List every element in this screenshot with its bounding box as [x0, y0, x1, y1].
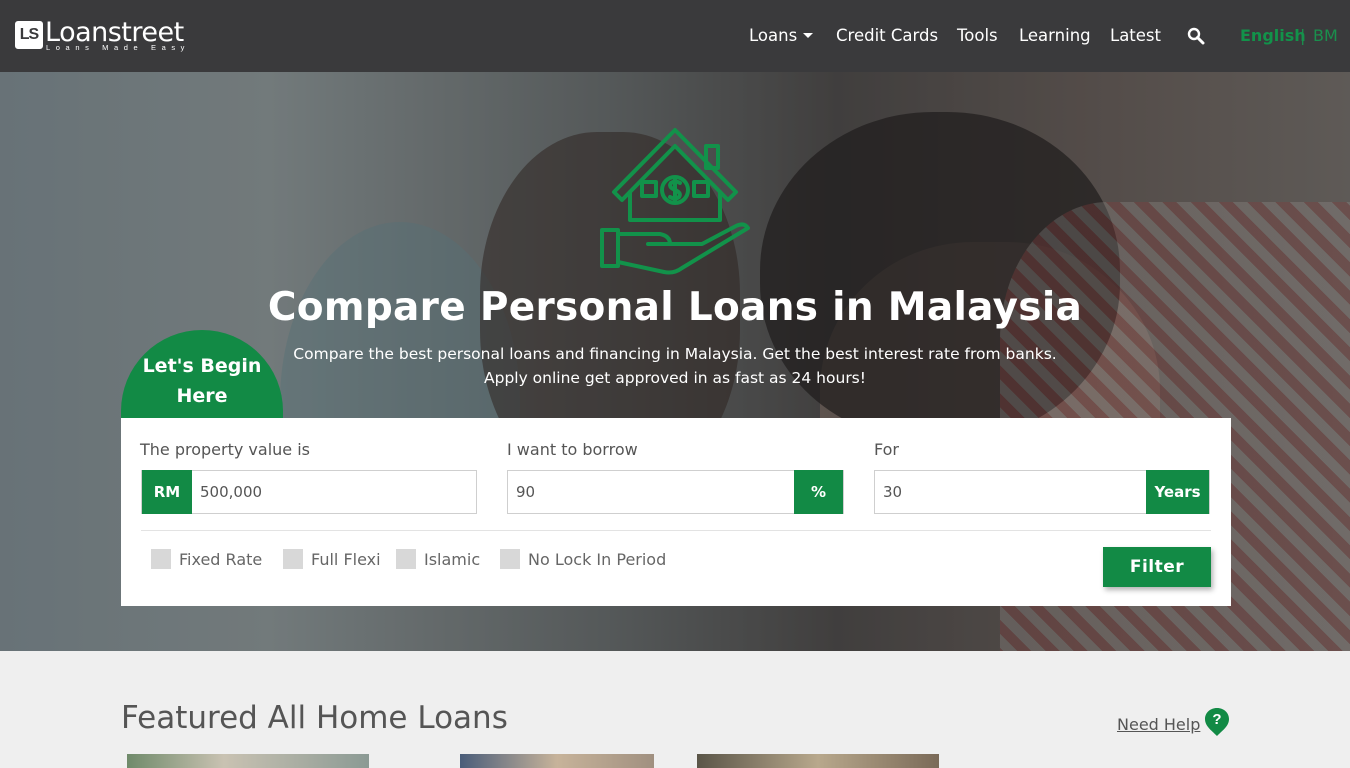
- borrow-field: 90 %: [507, 470, 844, 514]
- option-label: Full Flexi: [311, 549, 381, 569]
- option-label: Islamic: [424, 549, 481, 569]
- checkbox[interactable]: [396, 549, 416, 569]
- featured-card-image-3[interactable]: [697, 754, 939, 768]
- form-divider: [141, 530, 1211, 531]
- option-label: Fixed Rate: [179, 549, 263, 569]
- borrow-percent-input[interactable]: 90: [508, 483, 794, 501]
- lets-begin-line1: Let's Begin: [142, 355, 262, 377]
- property-value-field: RM 500,000: [141, 470, 477, 514]
- logo-mark-text: LS: [19, 26, 39, 43]
- house-hand-icon: [600, 128, 750, 275]
- checkbox[interactable]: [283, 549, 303, 569]
- nav-latest[interactable]: Latest: [1110, 26, 1161, 45]
- featured-card-image-1[interactable]: [127, 754, 369, 768]
- nav-loans[interactable]: Loans: [749, 26, 814, 45]
- need-help-link[interactable]: Need Help: [1117, 715, 1200, 734]
- search-icon[interactable]: [1187, 27, 1205, 45]
- percent-suffix: %: [794, 470, 843, 514]
- option-fixed-rate[interactable]: Fixed Rate: [151, 549, 262, 569]
- option-islamic[interactable]: Islamic: [396, 549, 480, 569]
- question-pin-icon[interactable]: ?: [1204, 707, 1230, 737]
- logo-tagline: Loans Made Easy: [46, 43, 191, 52]
- lang-english[interactable]: English: [1240, 26, 1306, 45]
- featured-card-image-2[interactable]: [460, 754, 654, 768]
- hero-subtitle-line1: Compare the best personal loans and fina…: [293, 345, 1057, 363]
- hero-title: Compare Personal Loans in Malaysia: [267, 285, 1083, 330]
- lets-begin-line2: Here: [176, 385, 228, 407]
- nav-loans-label: Loans: [749, 26, 798, 45]
- property-value-label: The property value is: [140, 440, 310, 459]
- borrow-label: I want to borrow: [507, 440, 638, 459]
- logo[interactable]: LS Loanstreet Loans Made Easy: [15, 19, 184, 52]
- tenure-label: For: [874, 440, 899, 459]
- tenure-years-input[interactable]: 30: [875, 483, 1146, 501]
- option-no-lock-in[interactable]: No Lock In Period: [500, 549, 666, 569]
- hero-subtitle: Compare the best personal loans and fina…: [250, 342, 1100, 390]
- option-full-flexi[interactable]: Full Flexi: [283, 549, 381, 569]
- years-suffix: Years: [1146, 470, 1209, 514]
- lang-bm[interactable]: BM: [1313, 26, 1338, 45]
- hero-subtitle-line2: Apply online get approved in as fast as …: [484, 369, 866, 387]
- option-label: No Lock In Period: [528, 549, 667, 569]
- nav-learning[interactable]: Learning: [1019, 26, 1091, 45]
- property-value-input[interactable]: 500,000: [192, 483, 476, 501]
- loan-filter-form: The property value is RM 500,000 I want …: [121, 418, 1231, 606]
- nav-tools[interactable]: Tools: [957, 26, 998, 45]
- svg-text:?: ?: [1212, 711, 1221, 728]
- filter-button[interactable]: Filter: [1103, 547, 1211, 587]
- featured-title: Featured All Home Loans: [121, 700, 508, 736]
- checkbox[interactable]: [151, 549, 171, 569]
- currency-prefix: RM: [142, 470, 192, 514]
- top-navbar: LS Loanstreet Loans Made Easy Loans Cred…: [0, 0, 1350, 72]
- checkbox[interactable]: [500, 549, 520, 569]
- tenure-field: 30 Years: [874, 470, 1210, 514]
- chevron-down-icon: [803, 33, 814, 38]
- lang-separator: |: [1300, 26, 1306, 45]
- logo-mark: LS: [15, 21, 43, 49]
- nav-credit-cards[interactable]: Credit Cards: [836, 26, 938, 45]
